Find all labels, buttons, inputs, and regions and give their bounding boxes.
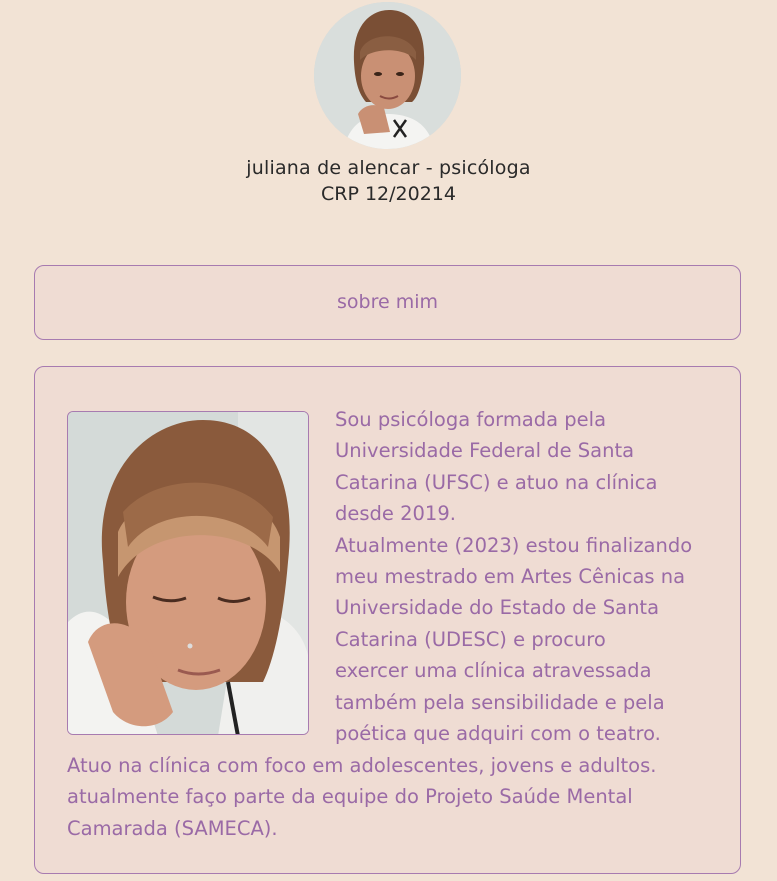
about-line: desde 2019. [335, 502, 456, 526]
profile-name: juliana de alencar - psicóloga [246, 157, 531, 179]
profile-photo-icon [314, 2, 461, 149]
profile-registration: CRP 12/20214 [321, 183, 456, 205]
about-line: Catarina (UFSC) e atuo na clínica [335, 470, 658, 494]
about-line: meu mestrado em Artes Cênicas na [335, 565, 686, 589]
about-me-button[interactable]: sobre mim [34, 265, 741, 340]
about-line: exercer uma clínica atravessada [335, 659, 652, 683]
avatar [314, 2, 461, 149]
about-line: poética que adquiri com o teatro. [335, 722, 661, 746]
portrait-photo-icon [68, 412, 308, 734]
page: juliana de alencar - psicóloga CRP 12/20… [0, 0, 777, 881]
about-line: Atuo na clínica com foco em adolescentes… [67, 754, 657, 777]
about-line: Camarada (SAMECA). [67, 816, 278, 840]
about-card: Sou psicóloga formada pela Universidade … [34, 366, 741, 874]
about-line: Sou psicóloga formada pela [335, 408, 607, 431]
about-line: Universidade do Estado de Santa [335, 596, 660, 620]
about-line: também pela sensibilidade e pela [335, 690, 665, 714]
about-line: Catarina (UDESC) e procuro [335, 627, 606, 651]
about-text-full: Atuo na clínica com foco em adolescentes… [67, 750, 727, 844]
about-text-side: Sou psicóloga formada pela Universidade … [335, 404, 725, 749]
about-line: Atualmente (2023) estou finalizando [335, 533, 693, 557]
about-line: Universidade Federal de Santa [335, 439, 635, 463]
about-line: atualmente faço parte da equipe do Proje… [67, 785, 633, 809]
portrait-photo [67, 411, 309, 735]
